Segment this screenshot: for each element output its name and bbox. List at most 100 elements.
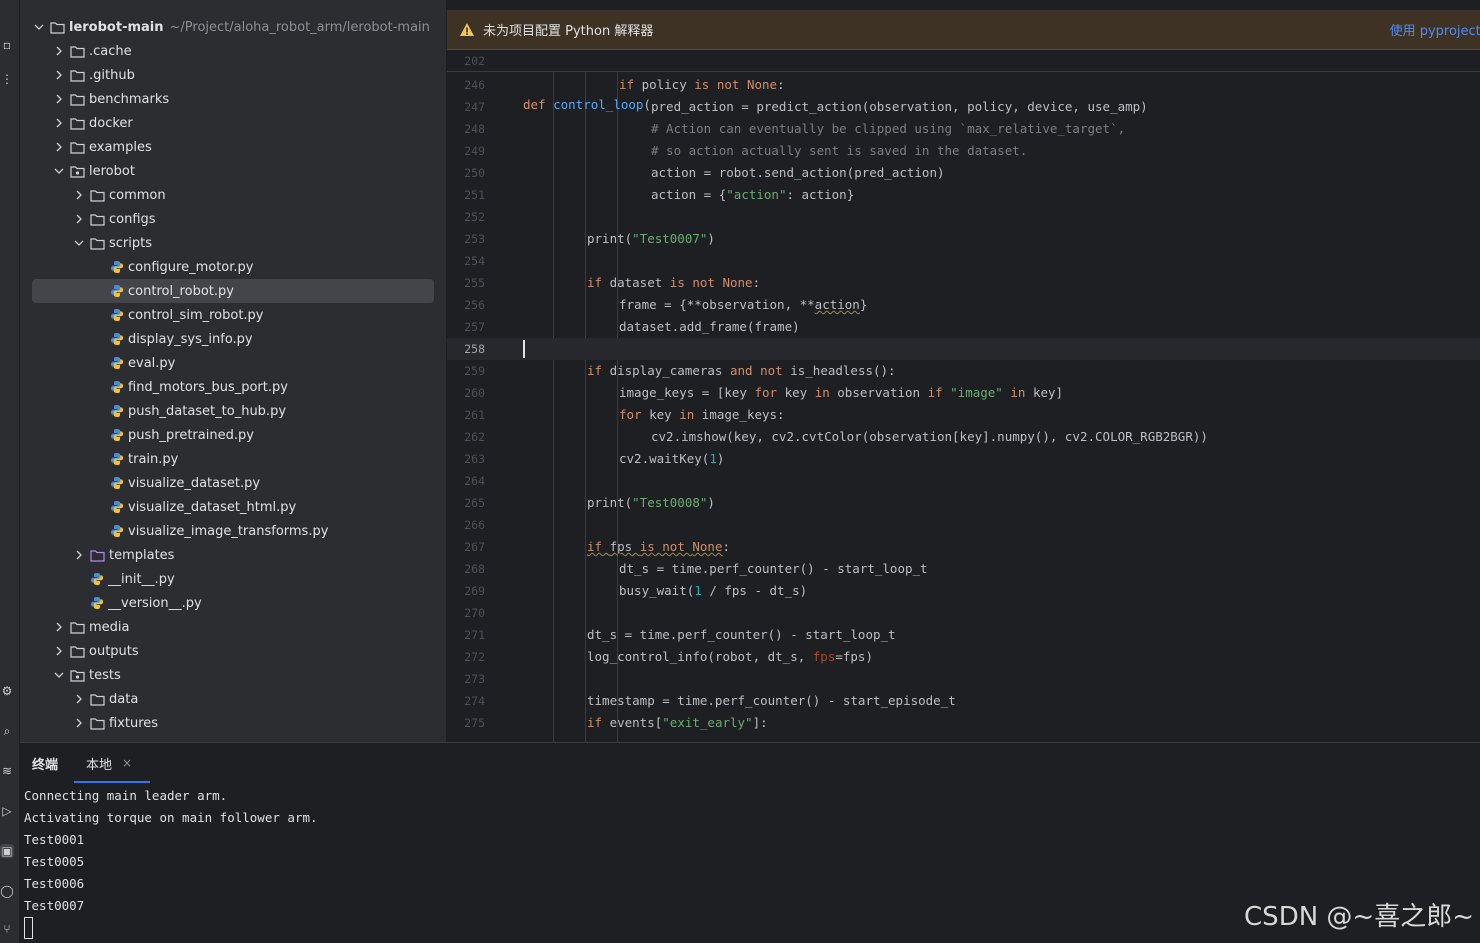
python-file-icon xyxy=(110,452,124,466)
code-line[interactable]: 265 print("Test0008") xyxy=(447,492,1480,514)
tree-folder-item[interactable]: lerobot xyxy=(32,159,434,183)
chevron-right-icon[interactable] xyxy=(72,188,86,202)
code-line[interactable]: 273 xyxy=(447,668,1480,690)
code-line[interactable]: 266 xyxy=(447,514,1480,536)
tree-folder-item[interactable]: tests xyxy=(32,663,434,687)
search-icon[interactable]: ⌕ xyxy=(0,724,14,738)
code-text: cv2.imshow(key, cv2.cvtColor(observation… xyxy=(651,429,1208,444)
python-file-icon xyxy=(110,260,124,274)
code-line[interactable]: 249 # so action actually sent is saved in… xyxy=(447,140,1480,162)
code-area[interactable]: 202 def control_loop( 245246if policy is… xyxy=(447,50,1480,742)
tree-folder-item[interactable]: examples xyxy=(32,135,434,159)
chevron-right-icon[interactable] xyxy=(72,692,86,706)
tree-file-item[interactable]: display_sys_info.py xyxy=(32,327,434,351)
tree-file-item[interactable]: __version__.py xyxy=(32,591,434,615)
code-line[interactable]: 251 action = {"action": action} xyxy=(447,184,1480,206)
code-line[interactable]: 260 image_keys = [key for key in observat… xyxy=(447,382,1480,404)
code-text: action = robot.send_action(pred_action) xyxy=(651,165,945,180)
code-line[interactable]: 275 if events["exit_early"]: xyxy=(447,712,1480,734)
code-line[interactable]: 250 action = robot.send_action(pred_actio… xyxy=(447,162,1480,184)
code-line[interactable]: 254 xyxy=(447,250,1480,272)
chevron-right-icon[interactable] xyxy=(52,140,66,154)
code-line[interactable]: 255 if dataset is not None: xyxy=(447,272,1480,294)
tree-file-item[interactable]: push_dataset_to_hub.py xyxy=(32,399,434,423)
code-line[interactable]: 246if policy is not None: xyxy=(447,74,1480,96)
sticky-header[interactable]: 202 def control_loop( xyxy=(447,50,1480,112)
close-icon[interactable]: × xyxy=(122,756,132,770)
code-line[interactable]: 272 log_control_info(robot, dt_s, fps=fps… xyxy=(447,646,1480,668)
run-icon[interactable]: ▷ xyxy=(0,804,14,818)
tree-folder-item[interactable]: fixtures xyxy=(32,711,434,735)
tree-folder-item[interactable]: benchmarks xyxy=(32,87,434,111)
code-line[interactable]: 270 xyxy=(447,602,1480,624)
chevron-down-icon[interactable] xyxy=(52,668,66,682)
chevron-down-icon[interactable] xyxy=(72,236,86,250)
chevron-down-icon[interactable] xyxy=(32,20,46,34)
tree-folder-item[interactable]: templates xyxy=(32,543,434,567)
tree-file-item[interactable]: eval.py xyxy=(32,351,434,375)
plugins-icon[interactable]: ⚙ xyxy=(0,684,14,698)
code-line[interactable]: 261 for key in image_keys: xyxy=(447,404,1480,426)
code-line[interactable]: 257 dataset.add_frame(frame) xyxy=(447,316,1480,338)
code-line[interactable]: 259 if display_cameras and not is_headles… xyxy=(447,360,1480,382)
code-line[interactable]: 262 cv2.imshow(key, cv2.cvtColor(observat… xyxy=(447,426,1480,448)
chevron-right-icon[interactable] xyxy=(72,716,86,730)
code-line[interactable]: 263 cv2.waitKey(1) xyxy=(447,448,1480,470)
layers-icon[interactable]: ≋ xyxy=(0,764,14,778)
tree-folder-item[interactable]: common xyxy=(32,183,434,207)
code-text: frame = {**observation, **action} xyxy=(619,297,868,312)
chevron-right-icon[interactable] xyxy=(52,116,66,130)
sticky-code: def control_loop( xyxy=(523,97,651,112)
problems-icon[interactable]: ◯ xyxy=(0,884,14,898)
tree-file-item[interactable]: train.py xyxy=(32,447,434,471)
chevron-right-icon[interactable] xyxy=(52,44,66,58)
interpreter-warning-banner: 未为项目配置 Python 解释器 使用 pyproject.t xyxy=(447,10,1480,50)
tree-folder-item[interactable]: outputs xyxy=(32,639,434,663)
code-line[interactable]: 252 xyxy=(447,206,1480,228)
code-line[interactable]: 258 xyxy=(447,338,1480,360)
tree-folder-item[interactable]: media xyxy=(32,615,434,639)
tree-folder-item[interactable]: data xyxy=(32,687,434,711)
code-line[interactable]: 264 xyxy=(447,470,1480,492)
chevron-right-icon[interactable] xyxy=(52,644,66,658)
code-line[interactable]: 269 busy_wait(1 / fps - dt_s) xyxy=(447,580,1480,602)
code-line[interactable]: 271 dt_s = time.perf_counter() - start_lo… xyxy=(447,624,1480,646)
folder-icon xyxy=(90,692,106,706)
tree-folder-item[interactable]: docker xyxy=(32,111,434,135)
tree-item-label: lerobot-main xyxy=(69,19,164,35)
project-icon[interactable]: ▫ xyxy=(0,38,14,52)
tree-folder-item[interactable]: scripts xyxy=(32,231,434,255)
chevron-right-icon[interactable] xyxy=(52,92,66,106)
code-line[interactable]: 274 timestamp = time.perf_counter() - sta… xyxy=(447,690,1480,712)
tree-file-item[interactable]: visualize_image_transforms.py xyxy=(32,519,434,543)
chevron-down-icon[interactable] xyxy=(52,164,66,178)
code-line[interactable]: 267 if fps is not None: xyxy=(447,536,1480,558)
use-pyproject-link[interactable]: 使用 pyproject.t xyxy=(1390,20,1480,39)
more-icon[interactable]: ⋮ xyxy=(0,72,14,86)
chevron-right-icon[interactable] xyxy=(52,68,66,82)
tree-file-item[interactable]: push_pretrained.py xyxy=(32,423,434,447)
tree-folder-item[interactable]: .github xyxy=(32,63,434,87)
terminal-icon[interactable]: ▣ xyxy=(0,844,14,858)
code-line[interactable]: 268 dt_s = time.perf_counter() - start_lo… xyxy=(447,558,1480,580)
code-line[interactable]: 256 frame = {**observation, **action} xyxy=(447,294,1480,316)
chevron-right-icon[interactable] xyxy=(52,620,66,634)
folder-icon xyxy=(90,212,106,226)
tree-item-label: benchmarks xyxy=(89,91,170,107)
code-line[interactable]: 253 print("Test0007") xyxy=(447,228,1480,250)
chevron-right-icon[interactable] xyxy=(72,212,86,226)
chevron-right-icon[interactable] xyxy=(72,548,86,562)
tree-file-item[interactable]: control_robot.py xyxy=(32,279,434,303)
tree-file-item[interactable]: visualize_dataset_html.py xyxy=(32,495,434,519)
tree-folder-item[interactable]: configs xyxy=(32,207,434,231)
code-line[interactable]: 248# Action can eventually be clipped us… xyxy=(447,118,1480,140)
tree-file-item[interactable]: visualize_dataset.py xyxy=(32,471,434,495)
tree-file-item[interactable]: configure_motor.py xyxy=(32,255,434,279)
tree-file-item[interactable]: find_motors_bus_port.py xyxy=(32,375,434,399)
tree-file-item[interactable]: control_sim_robot.py xyxy=(32,303,434,327)
tree-root-item[interactable]: lerobot-main ~/Project/aloha_robot_arm/le… xyxy=(32,15,434,39)
tab-local[interactable]: 本地 × xyxy=(73,743,151,783)
git-icon[interactable]: ⑂ xyxy=(0,922,14,936)
tree-file-item[interactable]: __init__.py xyxy=(32,567,434,591)
tree-folder-item[interactable]: .cache xyxy=(32,39,434,63)
